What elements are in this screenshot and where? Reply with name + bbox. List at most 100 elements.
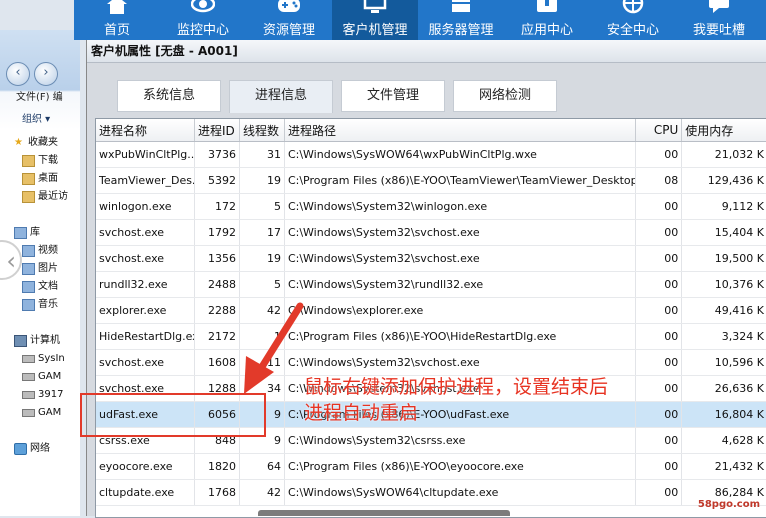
- column-header[interactable]: 进程路径: [284, 119, 637, 142]
- explorer-item-label: 最近访: [38, 191, 68, 202]
- explorer-item-label: 视频: [38, 245, 58, 256]
- table-cell: 64: [239, 453, 285, 480]
- table-cell: svchost.exe: [96, 375, 196, 402]
- tab-1[interactable]: 进程信息: [229, 80, 333, 113]
- top-navigation: 首页 监控中心 资源管理 客户机管理 服务器管理 应用中心 安全中心 我要吐槽: [74, 0, 766, 40]
- table-row[interactable]: svchost.exe 1608 11 C:\Windows\System32\svc…: [96, 349, 766, 376]
- eye-icon: [190, 0, 216, 14]
- process-table: 进程名称 进程ID 线程数 进程路径 CPU 使用内存 wxPubWinCltPlg...…: [96, 119, 766, 506]
- column-header[interactable]: 线程数: [239, 119, 285, 142]
- explorer-item-label: 收藏夹: [28, 137, 58, 148]
- explorer-item[interactable]: 计算机: [14, 332, 68, 350]
- dialog-tabs: 系统信息 进程信息 文件管理 网络检测: [117, 80, 557, 113]
- table-cell: 08: [635, 167, 683, 194]
- column-header[interactable]: 进程名称: [96, 119, 196, 142]
- table-cell: 00: [635, 453, 683, 480]
- horizontal-scrollbar[interactable]: [258, 510, 510, 516]
- nav-item-1[interactable]: 监控中心: [160, 0, 246, 40]
- table-row[interactable]: cltupdate.exe 1768 42 C:\Windows\SysWOW64\c…: [96, 479, 766, 506]
- table-row[interactable]: svchost.exe 1356 19 C:\Windows\System32\svc…: [96, 245, 766, 272]
- nav-item-label: 首页: [103, 23, 130, 38]
- table-cell: 31: [239, 141, 285, 168]
- table-cell: 00: [635, 141, 683, 168]
- explorer-menu[interactable]: 文件(F) 编: [16, 88, 63, 103]
- column-header[interactable]: CPU: [635, 119, 683, 142]
- nav-item-6[interactable]: 安全中心: [590, 0, 676, 40]
- table-row[interactable]: udFast.exe 6056 9 C:\Program Files (x86)\E-…: [96, 401, 766, 428]
- tab-3[interactable]: 网络检测: [453, 80, 557, 112]
- table-cell: C:\Windows\SysWOW64\wxPubWinCltPlg.wxe: [284, 141, 637, 168]
- table-cell: 1768: [194, 479, 240, 506]
- table-cell: 00: [635, 349, 683, 376]
- table-cell: 848: [194, 427, 240, 454]
- explorer-item[interactable]: 最近访: [14, 188, 68, 206]
- nav-item-2[interactable]: 资源管理: [246, 0, 332, 40]
- explorer-item[interactable]: 视频: [14, 242, 68, 260]
- table-row[interactable]: TeamViewer_Des... 5392 19 C:\Program Files …: [96, 167, 766, 194]
- table-cell: explorer.exe: [96, 297, 196, 324]
- nav-item-4[interactable]: 服务器管理: [418, 0, 504, 40]
- explorer-item[interactable]: 文档: [14, 278, 68, 296]
- table-row[interactable]: winlogon.exe 172 5 C:\Windows\System32\winl…: [96, 193, 766, 220]
- table-cell: C:\Windows\System32\rundll32.exe: [284, 271, 637, 298]
- table-row[interactable]: svchost.exe 1288 34 C:\Windows\System32\svc…: [96, 375, 766, 402]
- table-cell: 2288: [194, 297, 240, 324]
- explorer-item[interactable]: GAM: [14, 404, 68, 422]
- nav-item-5[interactable]: 应用中心: [504, 0, 590, 40]
- library-icon: [22, 299, 35, 311]
- table-cell: C:\Windows\System32\winlogon.exe: [284, 193, 637, 220]
- tab-2[interactable]: 文件管理: [341, 80, 445, 112]
- table-cell: 1288: [194, 375, 240, 402]
- table-row[interactable]: rundll32.exe 2488 5 C:\Windows\System32\run…: [96, 271, 766, 298]
- tab-0[interactable]: 系统信息: [117, 80, 221, 112]
- nav-item-label: 安全中心: [606, 23, 659, 38]
- library-icon: [14, 227, 27, 239]
- table-cell: 00: [635, 427, 683, 454]
- column-header[interactable]: 使用内存: [681, 119, 766, 142]
- explorer-item: [14, 314, 68, 332]
- table-cell: eyoocore.exe: [96, 453, 196, 480]
- table-cell: 11: [239, 349, 285, 376]
- explorer-item[interactable]: 网络: [14, 440, 68, 458]
- table-cell: 34: [239, 375, 285, 402]
- explorer-item[interactable]: 3917: [14, 386, 68, 404]
- table-cell: winlogon.exe: [96, 193, 196, 220]
- explorer-item[interactable]: 音乐: [14, 296, 68, 314]
- forward-button[interactable]: ›: [34, 62, 58, 86]
- table-cell: 2172: [194, 323, 240, 350]
- column-header[interactable]: 进程ID: [194, 119, 240, 142]
- explorer-item[interactable]: 图片: [14, 260, 68, 278]
- explorer-item[interactable]: 库: [14, 224, 68, 242]
- nav-item-label: 资源管理: [262, 23, 315, 38]
- table-cell: 16,804 K: [681, 401, 766, 428]
- table-row[interactable]: wxPubWinCltPlg.... 3736 31 C:\Windows\SysWO…: [96, 141, 766, 168]
- table-cell: C:\Windows\System32\svchost.exe: [284, 349, 637, 376]
- table-cell: C:\Program Files (x86)\E-YOO\TeamViewer\…: [284, 167, 637, 194]
- explorer-item-label: GAM: [38, 371, 62, 382]
- explorer-item[interactable]: 桌面: [14, 170, 68, 188]
- drive-icon: [22, 373, 35, 381]
- nav-item-7[interactable]: 我要吐槽: [676, 0, 762, 40]
- explorer-item-label: 桌面: [38, 173, 58, 184]
- organize-button[interactable]: 组织 ▾: [22, 110, 50, 125]
- watermark: 58pgo.com: [697, 499, 760, 510]
- nav-item-0[interactable]: 首页: [74, 0, 160, 40]
- table-cell: C:\Windows\System32\svchost.exe: [284, 219, 637, 246]
- table-row[interactable]: svchost.exe 1792 17 C:\Windows\System32\svc…: [96, 219, 766, 246]
- table-cell: svchost.exe: [96, 245, 196, 272]
- table-cell: 9: [239, 401, 285, 428]
- table-row[interactable]: eyoocore.exe 1820 64 C:\Program Files (x86)…: [96, 453, 766, 480]
- explorer-item[interactable]: SysIn: [14, 350, 68, 368]
- explorer-item[interactable]: GAM: [14, 368, 68, 386]
- table-cell: cltupdate.exe: [96, 479, 196, 506]
- nav-item-3[interactable]: 客户机管理: [332, 0, 418, 40]
- explorer-item[interactable]: ★ 收藏夹: [14, 134, 68, 152]
- table-row[interactable]: csrss.exe 848 9 C:\Windows\System32\csrss.e…: [96, 427, 766, 454]
- table-row[interactable]: HideRestartDlg.exe21721C:\Program Files …: [96, 323, 766, 350]
- explorer-item[interactable]: 下载: [14, 152, 68, 170]
- table-cell: svchost.exe: [96, 349, 196, 376]
- back-button[interactable]: ‹: [6, 62, 30, 86]
- table-row[interactable]: explorer.exe 2288 42 C:\Windows\explorer.ex…: [96, 297, 766, 324]
- table-cell: 3736: [194, 141, 240, 168]
- shield-icon: [621, 0, 645, 14]
